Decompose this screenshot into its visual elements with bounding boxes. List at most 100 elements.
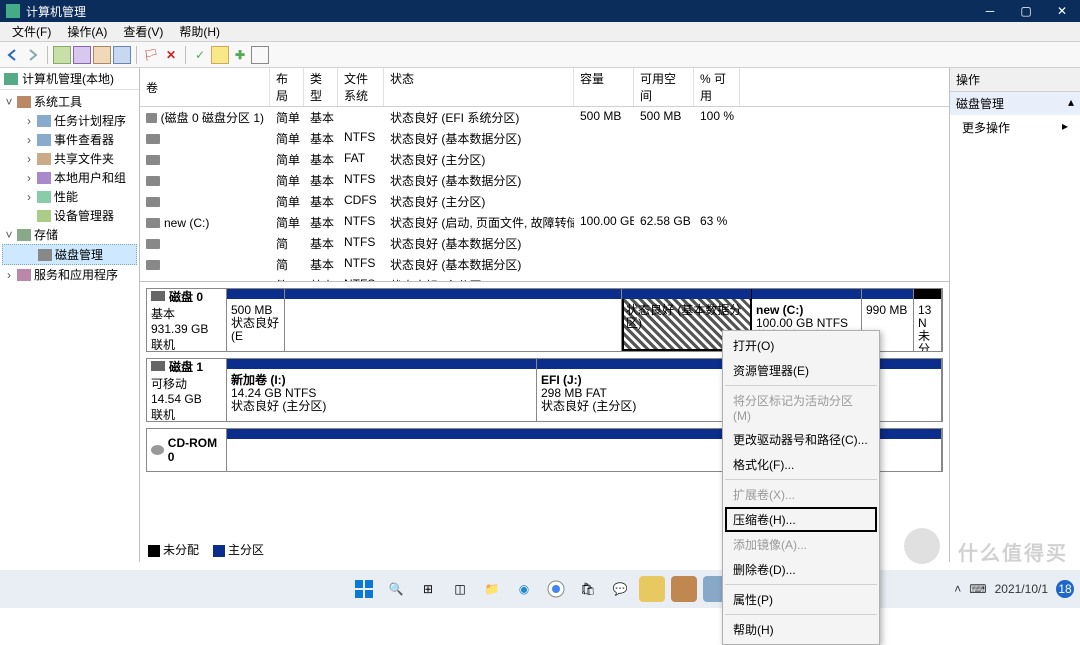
cdrom-info[interactable]: CD-ROM 0	[147, 429, 227, 471]
legend-primary-swatch	[213, 545, 225, 557]
app-icon-1[interactable]	[639, 576, 665, 602]
start-button[interactable]	[351, 576, 377, 602]
disk-icon	[151, 291, 165, 301]
list-row[interactable]: 简单基本NTFS 状态良好 (基本数据分区)	[140, 128, 949, 149]
cdrom-icon	[151, 445, 164, 455]
window-icon[interactable]	[251, 46, 269, 64]
volume-icon	[146, 197, 160, 207]
col-percent[interactable]: % 可用	[694, 68, 740, 106]
input-icon[interactable]: ⌨	[969, 582, 986, 596]
ctx-change-letter[interactable]: 更改驱动器号和路径(C)...	[725, 427, 877, 452]
ctx-add-mirror: 添加镜像(A)...	[725, 532, 877, 557]
col-free[interactable]: 可用空间	[634, 68, 694, 106]
volume-icon	[146, 176, 160, 186]
forward-button[interactable]	[24, 46, 42, 64]
col-layout[interactable]: 布局	[270, 68, 304, 106]
tree-storage[interactable]: ˅存储	[2, 225, 137, 244]
list-row[interactable]: 简单基本CDFS 状态良好 (主分区)	[140, 191, 949, 212]
ctx-help[interactable]: 帮助(H)	[725, 617, 877, 642]
tray-chevron-icon[interactable]: ˄	[954, 582, 961, 596]
disk1-info[interactable]: 磁盘 1 可移动 14.54 GB 联机	[147, 359, 227, 421]
tree-performance[interactable]: ›性能	[2, 187, 137, 206]
store-icon[interactable]: 🛍	[575, 576, 601, 602]
col-capacity[interactable]: 容量	[574, 68, 634, 106]
legend-unalloc-swatch	[148, 545, 160, 557]
col-volume[interactable]: 卷	[140, 68, 270, 106]
disk0-part-efi[interactable]: 500 MB状态良好 (E	[227, 289, 285, 351]
edge-icon[interactable]: ◉	[511, 576, 537, 602]
tree-local-users[interactable]: ›本地用户和组	[2, 168, 137, 187]
tree-system-tools[interactable]: ˅系统工具	[2, 92, 137, 111]
wechat-icon[interactable]: 💬	[607, 576, 633, 602]
ctx-format[interactable]: 格式化(F)...	[725, 452, 877, 477]
window-title: 计算机管理	[26, 3, 972, 20]
close-button[interactable]: ✕	[1044, 0, 1080, 22]
volume-icon	[146, 134, 160, 144]
delete-icon[interactable]: ✕	[162, 46, 180, 64]
ctx-shrink[interactable]: 压缩卷(H)...	[725, 507, 877, 532]
tree-device-manager[interactable]: 设备管理器	[2, 206, 137, 225]
notification-icon[interactable]: 18	[1056, 580, 1074, 598]
app-icon-2[interactable]	[671, 576, 697, 602]
disk0-part-unalloc[interactable]: 13 N未分	[914, 289, 942, 351]
disk0-info[interactable]: 磁盘 0 基本 931.39 GB 联机	[147, 289, 227, 351]
disk1-part-i[interactable]: 新加卷 (I:)14.24 GB NTFS状态良好 (主分区)	[227, 359, 537, 421]
back-button[interactable]	[4, 46, 22, 64]
list-icon[interactable]	[113, 46, 131, 64]
navigation-tree: 计算机管理(本地) ˅系统工具 ›任务计划程序 ›事件查看器 ›共享文件夹 ›本…	[0, 68, 140, 562]
disk0-part-blank[interactable]	[285, 289, 622, 351]
list-row[interactable]: 简基本NTFS 状态良好 (主分区)	[140, 275, 949, 282]
minimize-button[interactable]: ─	[972, 0, 1008, 22]
chrome-icon[interactable]	[543, 576, 569, 602]
menu-help[interactable]: 帮助(H)	[171, 21, 228, 42]
watermark-text: 什么值得买	[958, 537, 1068, 566]
system-tray[interactable]: ˄ ⌨ 2021/10/1 18	[954, 580, 1074, 598]
menu-bar: 文件(F) 操作(A) 查看(V) 帮助(H)	[0, 22, 1080, 42]
actions-section[interactable]: 磁盘管理▴	[950, 92, 1080, 115]
tree-root[interactable]: 计算机管理(本地)	[0, 68, 139, 90]
tree-disk-management[interactable]: 磁盘管理	[2, 244, 137, 265]
list-row[interactable]: 简基本NTFS 状态良好 (基本数据分区)	[140, 233, 949, 254]
list-row[interactable]: new (C:) 简单基本NTFS 状态良好 (启动, 页面文件, 故障转储, …	[140, 212, 949, 233]
ctx-open[interactable]: 打开(O)	[725, 333, 877, 358]
toolbar: 🏳 ✕ ✓ ✚	[0, 42, 1080, 68]
view-icon[interactable]	[53, 46, 71, 64]
legend: 未分配 主分区	[148, 541, 264, 558]
menu-file[interactable]: 文件(F)	[4, 21, 59, 42]
col-status[interactable]: 状态	[384, 68, 574, 106]
check-icon[interactable]: ✓	[191, 46, 209, 64]
refresh-icon[interactable]	[93, 46, 111, 64]
collapse-icon: ▴	[1068, 95, 1074, 112]
ctx-explorer[interactable]: 资源管理器(E)	[725, 358, 877, 383]
volume-icon	[146, 239, 160, 249]
volume-icon	[146, 218, 160, 228]
list-row[interactable]: 简单基本NTFS 状态良好 (基本数据分区)	[140, 170, 949, 191]
maximize-button[interactable]: ▢	[1008, 0, 1044, 22]
list-row[interactable]: 简基本NTFS 状态良好 (基本数据分区)	[140, 254, 949, 275]
list-row[interactable]: (磁盘 0 磁盘分区 1) 简单基本 状态良好 (EFI 系统分区)500 MB…	[140, 107, 949, 128]
actions-more[interactable]: 更多操作▸	[950, 115, 1080, 140]
col-type[interactable]: 类型	[304, 68, 338, 106]
menu-action[interactable]: 操作(A)	[59, 21, 115, 42]
tree-task-scheduler[interactable]: ›任务计划程序	[2, 111, 137, 130]
explorer-icon[interactable]: 📁	[479, 576, 505, 602]
col-fs[interactable]: 文件系统	[338, 68, 384, 106]
tree-event-viewer[interactable]: ›事件查看器	[2, 130, 137, 149]
ctx-delete[interactable]: 删除卷(D)...	[725, 557, 877, 582]
menu-view[interactable]: 查看(V)	[115, 21, 171, 42]
add-icon[interactable]: ✚	[231, 46, 249, 64]
search-icon[interactable]: 🔍	[383, 576, 409, 602]
ctx-mark-active: 将分区标记为活动分区(M)	[725, 388, 877, 427]
volume-icon	[146, 260, 160, 270]
ctx-properties[interactable]: 属性(P)	[725, 587, 877, 612]
clock[interactable]: 2021/10/1	[995, 582, 1048, 596]
context-menu: 打开(O) 资源管理器(E) 将分区标记为活动分区(M) 更改驱动器号和路径(C…	[722, 330, 880, 645]
list-row[interactable]: 简单基本FAT 状态良好 (主分区)	[140, 149, 949, 170]
widgets-icon[interactable]: ◫	[447, 576, 473, 602]
taskview-icon[interactable]: ⊞	[415, 576, 441, 602]
properties-icon[interactable]	[73, 46, 91, 64]
flag-icon[interactable]: 🏳	[142, 46, 160, 64]
note-icon[interactable]	[211, 46, 229, 64]
tree-shared-folders[interactable]: ›共享文件夹	[2, 149, 137, 168]
tree-services[interactable]: ›服务和应用程序	[2, 265, 137, 284]
